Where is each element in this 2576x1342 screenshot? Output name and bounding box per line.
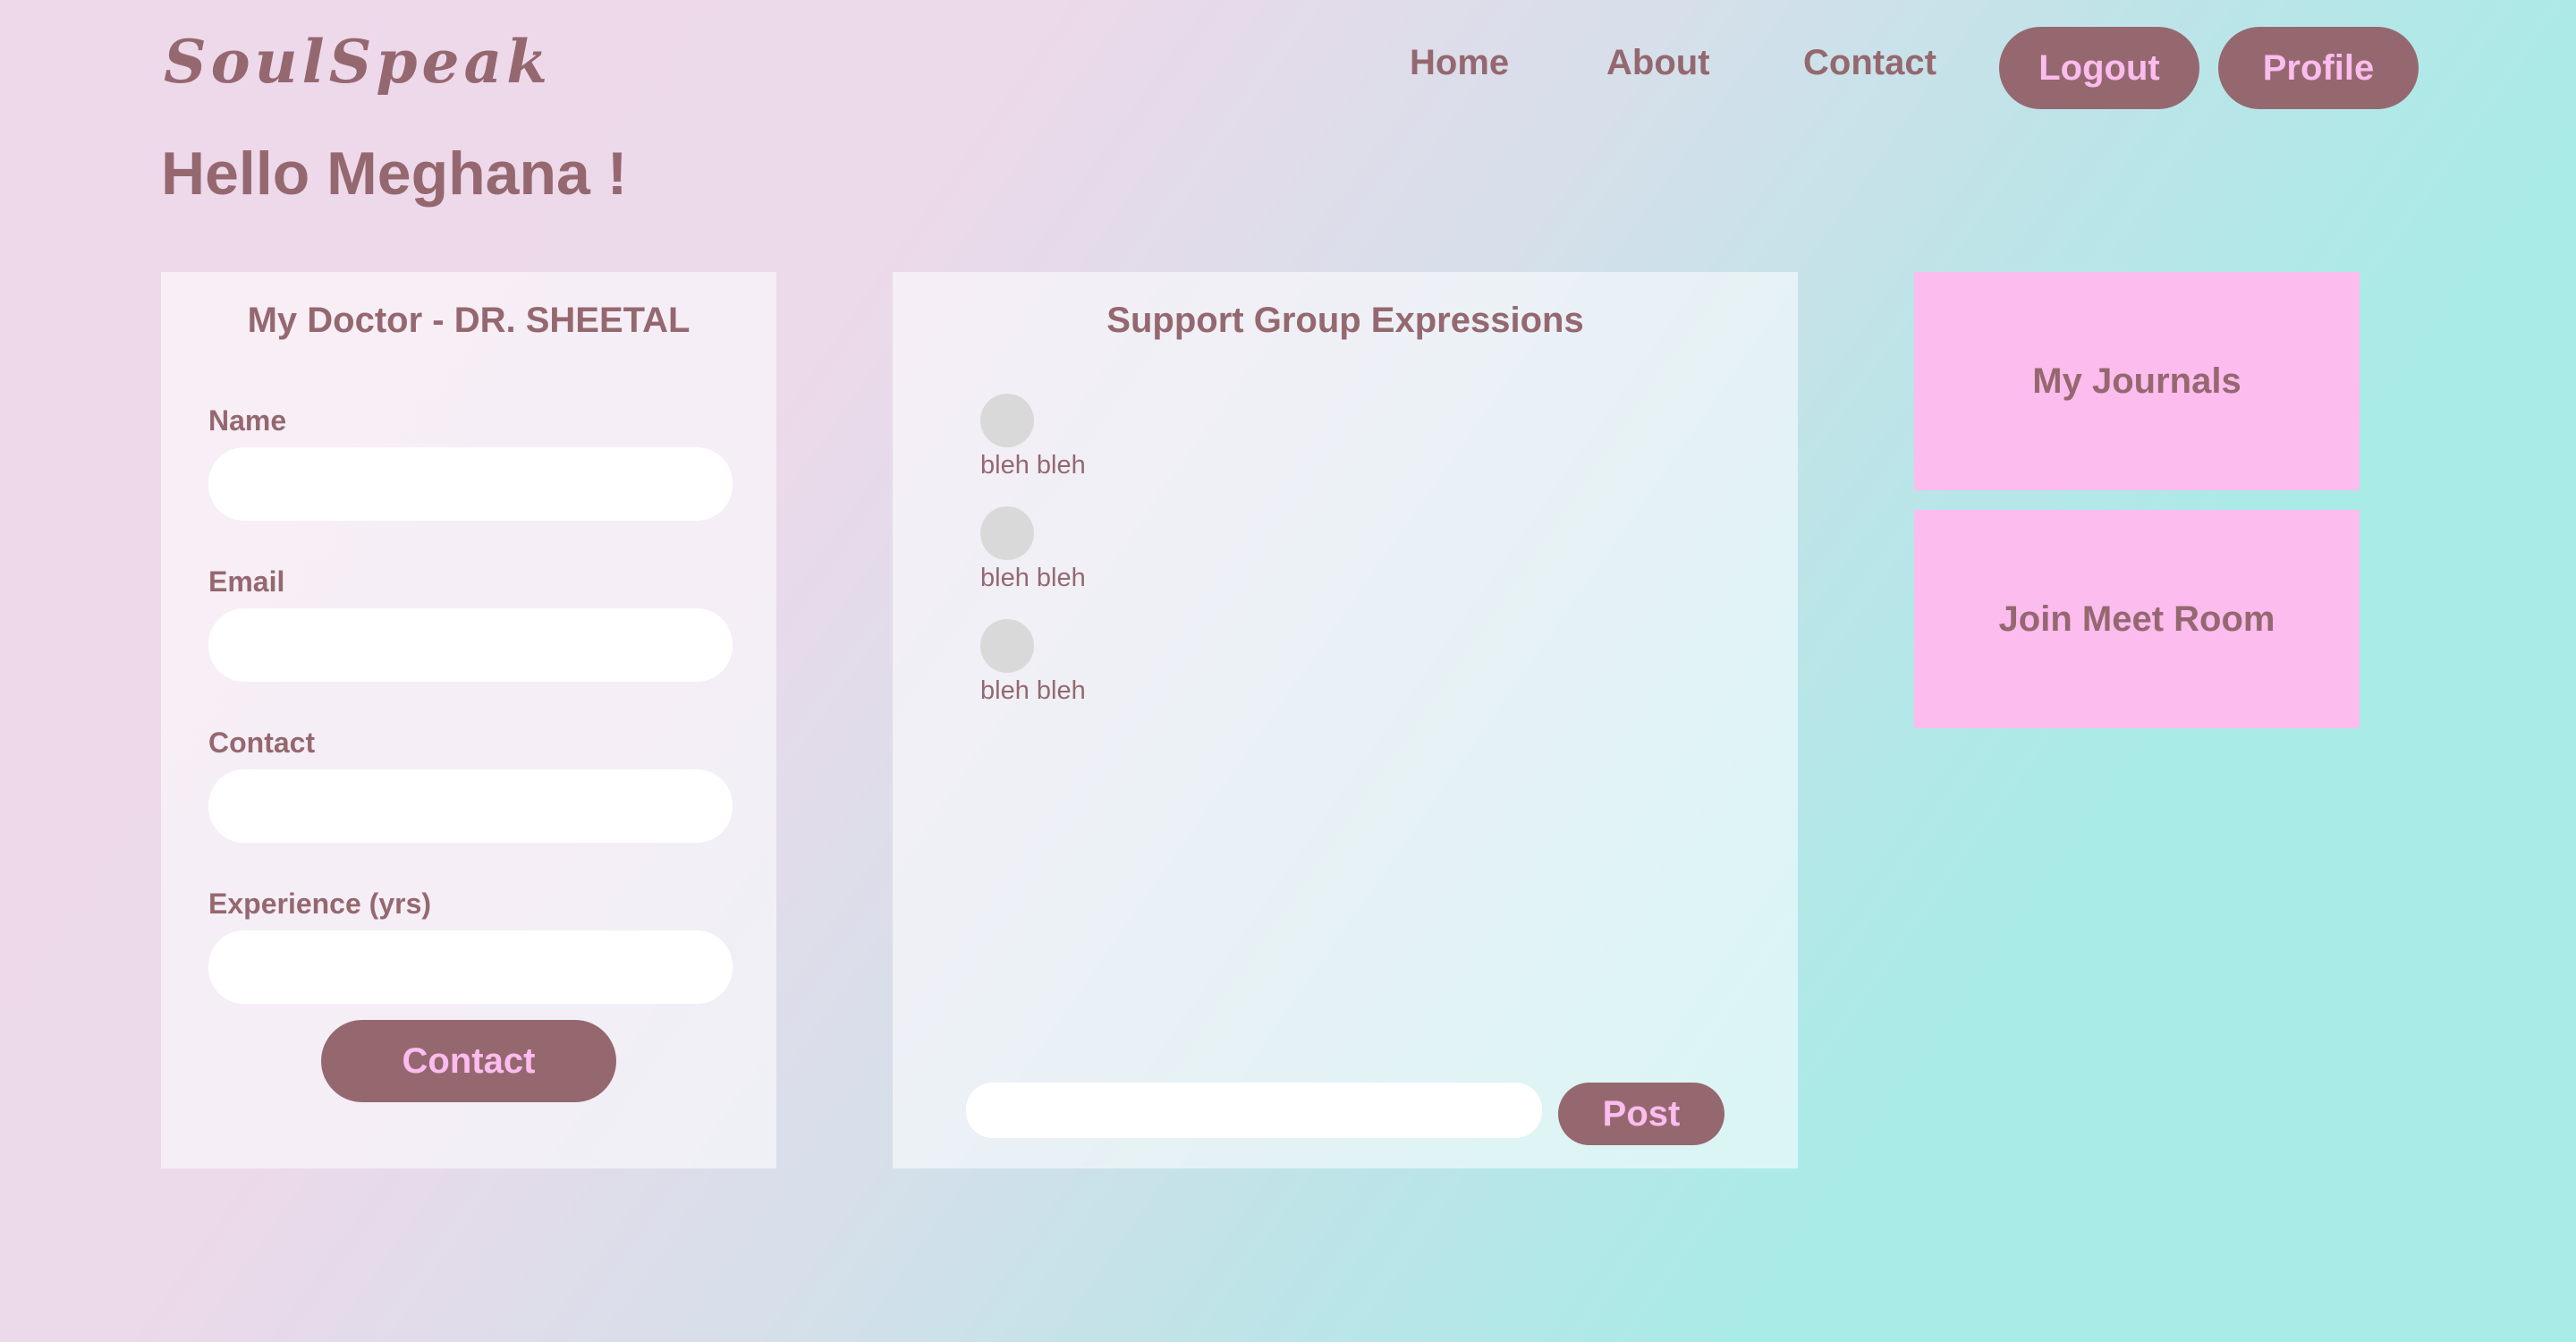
avatar (980, 619, 1034, 673)
site-logo[interactable]: SoulSpeak (164, 27, 552, 97)
nav-contact-link[interactable]: Contact (1803, 43, 1936, 83)
post-text: bleh bleh (980, 676, 1086, 705)
support-group-panel: Support Group Expressions bleh bleh bleh… (893, 272, 1798, 1168)
post-item: bleh bleh (980, 506, 1086, 593)
post-text: bleh bleh (980, 564, 1086, 592)
name-label: Name (208, 404, 287, 437)
experience-input[interactable] (208, 930, 733, 1004)
support-group-title: Support Group Expressions (1106, 301, 1584, 340)
nav-home-link[interactable]: Home (1410, 43, 1509, 83)
profile-button[interactable]: Profile (2218, 27, 2419, 109)
post-input[interactable] (966, 1083, 1542, 1138)
email-label: Email (208, 565, 285, 598)
contact-label: Contact (208, 726, 316, 759)
my-journals-tile[interactable]: My Journals (1914, 272, 2360, 490)
experience-label: Experience (yrs) (208, 888, 432, 920)
post-item: bleh bleh (980, 619, 1086, 706)
contact-submit-button[interactable]: Contact (321, 1020, 616, 1102)
doctor-panel-title: My Doctor - DR. SHEETAL (247, 301, 691, 340)
doctor-panel: My Doctor - DR. SHEETAL Name Email Conta… (161, 272, 776, 1168)
post-text: bleh bleh (980, 451, 1086, 480)
avatar (980, 506, 1034, 560)
greeting-heading: Hello Meghana ! (161, 140, 628, 208)
email-input[interactable] (208, 608, 733, 682)
join-meet-room-tile[interactable]: Join Meet Room (1914, 510, 2360, 728)
post-button[interactable]: Post (1558, 1083, 1724, 1145)
name-input[interactable] (208, 447, 733, 521)
post-item: bleh bleh (980, 394, 1086, 480)
contact-input[interactable] (208, 769, 733, 843)
nav-about-link[interactable]: About (1606, 43, 1710, 83)
avatar (980, 394, 1034, 447)
logout-button[interactable]: Logout (1999, 27, 2199, 109)
